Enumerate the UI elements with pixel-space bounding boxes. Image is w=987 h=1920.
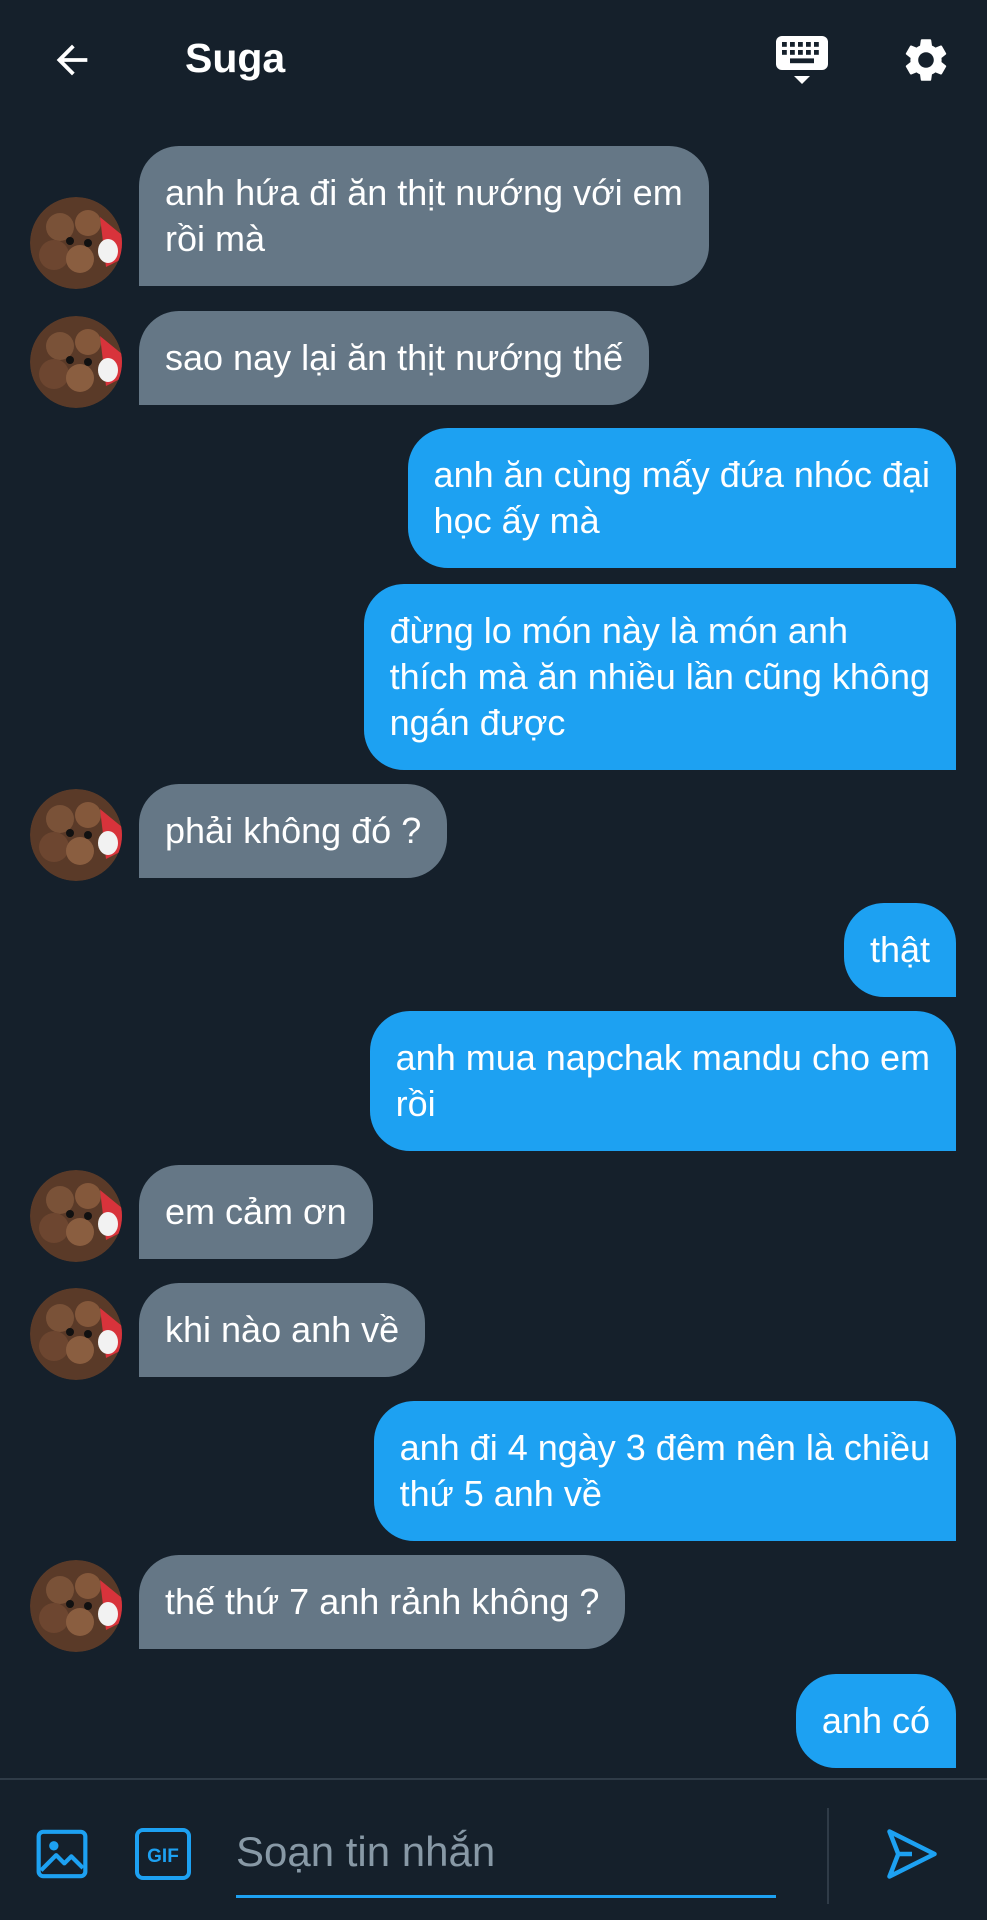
message-bubble-received[interactable]: em cảm ơn (139, 1165, 373, 1259)
image-icon (36, 1829, 88, 1879)
message-bubble-sent[interactable]: anh có (795, 1674, 956, 1768)
avatar[interactable] (30, 1560, 122, 1652)
avatar[interactable] (30, 197, 122, 289)
send-button[interactable] (882, 1824, 942, 1884)
message-bubble-sent[interactable]: thật (843, 903, 956, 997)
message-composer: GIF (0, 1780, 987, 1920)
keyboard-button[interactable] (768, 28, 836, 92)
dog-avatar-icon (30, 1560, 122, 1652)
dog-avatar-icon (30, 1288, 122, 1380)
send-icon (887, 1829, 937, 1879)
dog-avatar-icon (30, 1170, 122, 1262)
message-bubble-received[interactable]: khi nào anh về (139, 1283, 426, 1377)
conversation-title: Suga (185, 35, 286, 81)
dog-avatar-icon (30, 197, 122, 289)
message-bubble-received[interactable]: sao nay lại ăn thịt nướng thế (139, 311, 649, 405)
keyboard-icon (776, 36, 828, 84)
dog-avatar-icon (30, 316, 122, 408)
message-bubble-sent[interactable]: anh ăn cùng mấy đứa nhóc đại học ấy mà (407, 428, 956, 568)
avatar[interactable] (30, 1288, 122, 1380)
avatar[interactable] (30, 316, 122, 408)
message-bubble-sent[interactable]: anh đi 4 ngày 3 đêm nên là chiều thứ 5 a… (373, 1401, 956, 1541)
settings-button[interactable] (892, 28, 960, 92)
gif-icon: GIF (135, 1828, 191, 1880)
avatar[interactable] (30, 1170, 122, 1262)
message-input[interactable] (236, 1808, 776, 1898)
message-bubble-received[interactable]: anh hứa đi ăn thịt nướng với em rồi mà (139, 146, 709, 286)
gif-button[interactable]: GIF (134, 1826, 192, 1882)
gear-icon (905, 39, 947, 81)
media-button[interactable] (34, 1826, 90, 1882)
composer-separator (827, 1808, 829, 1904)
arrow-left-icon (56, 44, 88, 76)
dog-avatar-icon (30, 789, 122, 881)
message-bubble-received[interactable]: thế thứ 7 anh rảnh không ? (139, 1555, 626, 1649)
back-button[interactable] (40, 28, 104, 92)
message-bubble-sent[interactable]: anh mua napchak mandu cho em rồi (369, 1011, 956, 1151)
message-bubble-sent[interactable]: đừng lo món này là món anh thích mà ăn n… (363, 584, 956, 770)
gif-label: GIF (147, 1846, 179, 1867)
avatar[interactable] (30, 789, 122, 881)
conversation-header: Suga (0, 0, 987, 118)
message-bubble-received[interactable]: phải không đó ? (139, 784, 448, 878)
